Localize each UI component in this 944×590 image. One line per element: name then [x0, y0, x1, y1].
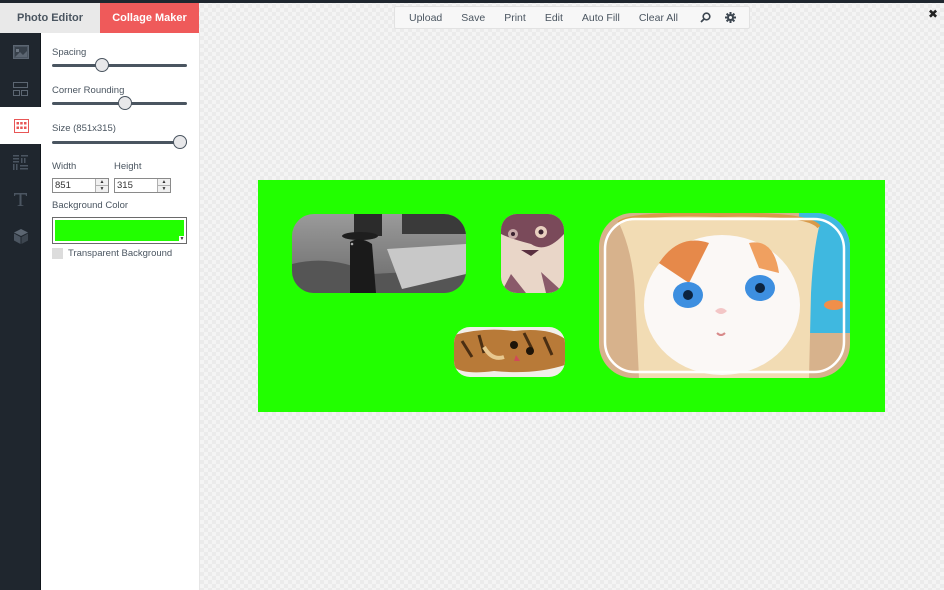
corner-rounding-label: Corner Rounding	[52, 85, 125, 96]
width-spinner: ▲ ▼	[95, 179, 108, 192]
slider-track	[52, 64, 187, 67]
slider-knob[interactable]	[94, 58, 109, 72]
save-button[interactable]: Save	[461, 12, 485, 24]
photo-image	[454, 327, 565, 377]
corner-rounding-slider[interactable]	[52, 96, 187, 110]
photo-image	[599, 213, 850, 378]
search-icon	[700, 12, 711, 23]
rail-item-layout[interactable]	[0, 70, 41, 107]
size-label: Size (851x315)	[52, 123, 116, 134]
collage-photo-bread-cat[interactable]	[599, 213, 850, 378]
layout-icon	[13, 81, 28, 96]
width-decrement[interactable]: ▼	[96, 185, 108, 192]
photo-image	[292, 214, 466, 293]
height-spinner: ▲ ▼	[157, 179, 170, 192]
background-color-picker[interactable]: ▼	[52, 217, 187, 244]
image-icon	[12, 44, 29, 59]
auto-fill-button[interactable]: Auto Fill	[582, 12, 620, 24]
width-label: Width	[52, 161, 77, 172]
spacing-slider[interactable]	[52, 58, 187, 72]
settings-button[interactable]	[724, 12, 736, 23]
texture-icon	[13, 155, 28, 170]
print-button[interactable]: Print	[504, 12, 526, 24]
width-value[interactable]: 851	[53, 179, 95, 192]
height-value[interactable]: 315	[115, 179, 157, 192]
rail-item-text[interactable]	[0, 181, 41, 218]
clear-all-button[interactable]: Clear All	[639, 12, 678, 24]
height-label: Height	[114, 161, 142, 172]
tab-collage-maker[interactable]: Collage Maker	[100, 3, 199, 39]
collage-photo-looking-cat[interactable]	[501, 214, 564, 293]
width-input[interactable]: 851 ▲ ▼	[52, 178, 109, 193]
close-button[interactable]: ✖	[928, 7, 938, 21]
mode-tabs: Photo Editor Collage Maker	[0, 3, 199, 39]
tool-rail	[0, 33, 42, 590]
grid-icon	[13, 118, 29, 133]
main-toolbar: Upload Save Print Edit Auto Fill Clear A…	[394, 6, 750, 29]
background-color-label: Background Color	[52, 200, 129, 211]
rail-item-shapes[interactable]	[0, 218, 41, 255]
transparent-background-label: Transparent Background	[68, 248, 173, 259]
gear-icon	[724, 12, 736, 23]
search-button[interactable]	[700, 12, 711, 23]
height-input[interactable]: 315 ▲ ▼	[114, 178, 171, 193]
edit-button[interactable]: Edit	[545, 12, 563, 24]
tab-photo-editor[interactable]: Photo Editor	[0, 3, 100, 33]
rail-item-image[interactable]	[0, 33, 41, 70]
collage-settings-panel: Spacing Corner Rounding Size (851x315) W…	[41, 33, 200, 590]
transparent-background-checkbox[interactable]	[52, 248, 63, 259]
rail-item-grid[interactable]	[0, 107, 42, 144]
dropdown-caret-icon: ▼	[179, 236, 185, 242]
spacing-label: Spacing	[52, 47, 87, 58]
text-icon	[14, 193, 27, 206]
cube-icon	[13, 229, 28, 244]
upload-button[interactable]: Upload	[409, 12, 442, 24]
slider-knob[interactable]	[117, 96, 132, 110]
slider-knob[interactable]	[173, 135, 188, 149]
collage-photo-top-hat-cat[interactable]	[292, 214, 466, 293]
color-swatch	[55, 220, 184, 241]
collage-canvas[interactable]	[258, 180, 885, 412]
rail-item-texture[interactable]	[0, 144, 41, 181]
slider-track	[52, 141, 187, 144]
height-decrement[interactable]: ▼	[158, 185, 170, 192]
size-slider[interactable]	[52, 135, 188, 149]
collage-photo-tabby-kitten[interactable]	[454, 327, 565, 377]
photo-image	[501, 214, 564, 293]
